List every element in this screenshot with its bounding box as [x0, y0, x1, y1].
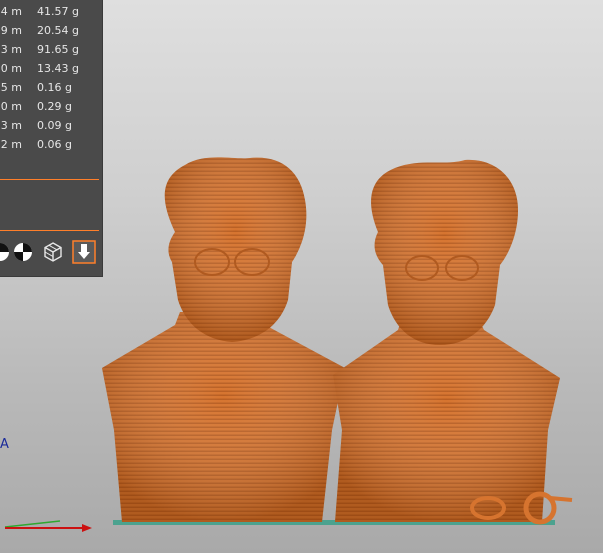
stats-row: 50 m 13.43 g — [0, 62, 102, 81]
stats-row: 0 m 0.29 g — [0, 100, 102, 119]
filament-length: .94 m — [0, 5, 22, 18]
layer-view-button[interactable] — [72, 240, 96, 264]
stats-row: 03 m 0.09 g — [0, 119, 102, 138]
stats-row: 89 m 20.54 g — [0, 24, 102, 43]
view-mode-toolbar — [0, 240, 102, 266]
panel-separator — [0, 179, 99, 180]
filament-length: 02 m — [0, 138, 22, 151]
axes-indicator: A — [0, 437, 92, 532]
box-view-icon — [44, 242, 62, 262]
stats-row: .73 m 91.65 g — [0, 43, 102, 62]
filament-length: 50 m — [0, 62, 22, 75]
stats-row: 02 m 0.06 g — [0, 138, 102, 157]
box-view-button[interactable] — [41, 240, 65, 264]
filament-length: 0 m — [0, 100, 22, 113]
filament-weight: 41.57 g — [37, 5, 79, 18]
stats-row: .94 m 41.57 g — [0, 5, 102, 24]
panel-separator — [0, 230, 99, 231]
filament-length: 03 m — [0, 119, 22, 132]
slice-info-panel: .94 m 41.57 g 89 m 20.54 g .73 m 91.65 g… — [0, 0, 103, 277]
filament-weight: 0.06 g — [37, 138, 72, 151]
bust-model-right[interactable] — [333, 159, 560, 522]
stats-row: 05 m 0.16 g — [0, 81, 102, 100]
layer-download-icon — [72, 240, 96, 264]
axis-z-label: A — [0, 437, 9, 452]
filament-weight: 0.09 g — [37, 119, 72, 132]
filament-length: .73 m — [0, 43, 22, 56]
axis-y — [4, 520, 61, 528]
filament-length: 89 m — [0, 24, 22, 37]
bust-model-left[interactable] — [102, 157, 345, 522]
axis-x-arrow — [82, 524, 92, 532]
filament-weight: 20.54 g — [37, 24, 79, 37]
filament-weight: 0.16 g — [37, 81, 72, 94]
filament-weight: 0.29 g — [37, 100, 72, 113]
contrast-view-icon — [14, 243, 32, 261]
filament-weight: 91.65 g — [37, 43, 79, 56]
filament-length: 05 m — [0, 81, 22, 94]
contrast-view-button[interactable] — [11, 240, 35, 264]
filament-weight: 13.43 g — [37, 62, 79, 75]
